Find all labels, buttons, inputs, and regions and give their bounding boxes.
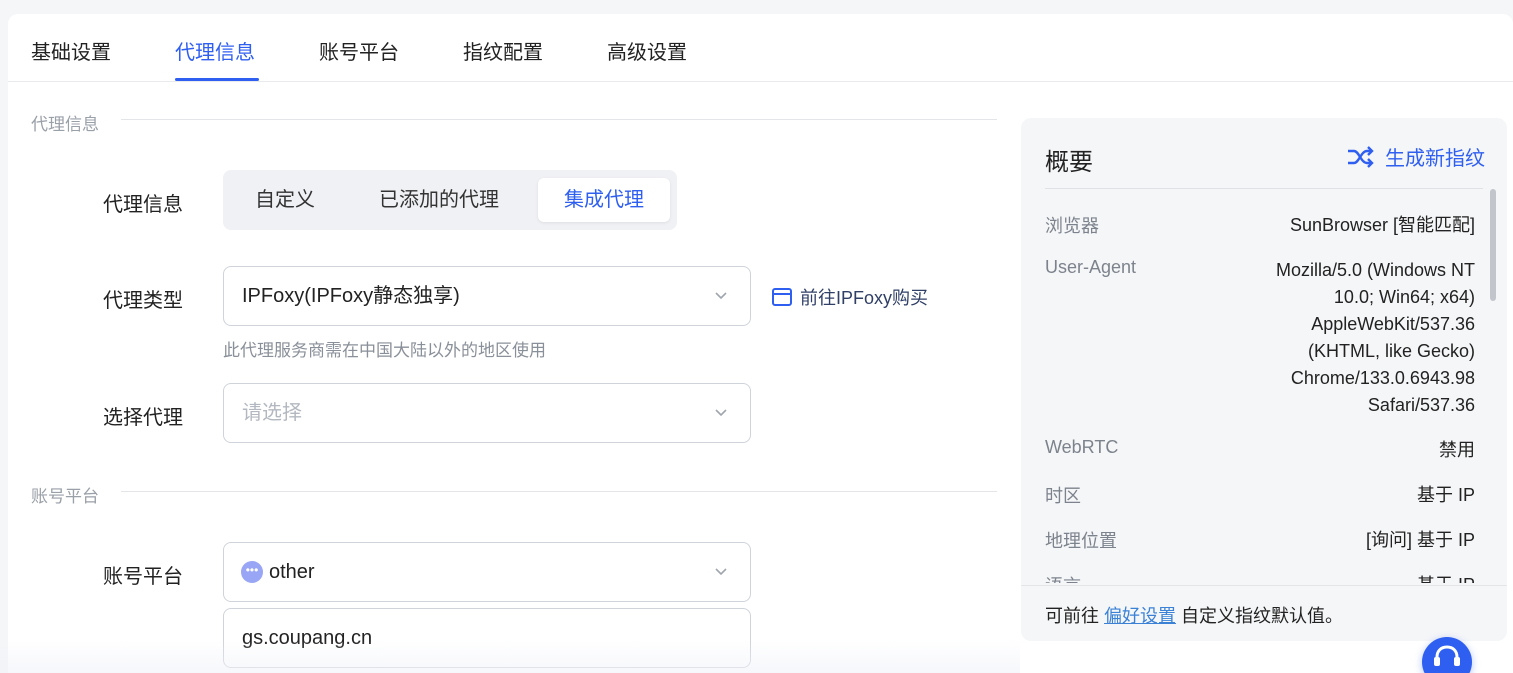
settings-card: 基础设置 代理信息 账号平台 指纹配置 高级设置 代理信息 代理信息 自定义 已… (8, 14, 1513, 673)
summary-title: 概要 (1045, 149, 1093, 176)
summary-key: User-Agent (1045, 257, 1137, 277)
summary-value: Mozilla/5.0 (Windows NT 10.0; Win64; x64… (1275, 260, 1475, 415)
summary-key: 时区 (1045, 486, 1081, 506)
footer-suffix: 自定义指纹默认值。 (1176, 606, 1344, 626)
summary-value: SunBrowser [智能匹配] (1289, 215, 1475, 235)
select-proxy-placeholder: 请选择 (242, 402, 302, 424)
summary-divider (1045, 188, 1483, 189)
account-platform-select[interactable]: ••• other (223, 542, 751, 602)
support-chat-button[interactable] (1422, 637, 1472, 673)
proxy-type-select[interactable]: IPFoxy(IPFoxy静态独享) (223, 266, 751, 326)
summary-panel: 概要 生成新指纹 浏览器 SunBrowser [智能匹配] User-Agen… (1021, 118, 1507, 641)
footer-prefix: 可前往 (1045, 606, 1105, 626)
summary-footer-divider (1021, 585, 1507, 586)
account-platform-label: 账号平台 (103, 566, 183, 588)
summary-value: 基于 IP (1416, 485, 1475, 505)
browser-window-icon (772, 288, 792, 306)
summary-scrollbar[interactable] (1490, 189, 1496, 301)
segment-integrated-proxy[interactable]: 集成代理 (538, 178, 670, 222)
segment-custom[interactable]: 自定义 (231, 178, 339, 222)
buy-ipfoxy-link[interactable]: 前往IPFoxy购买 (772, 284, 928, 310)
tab-basic-settings[interactable]: 基础设置 (31, 36, 111, 65)
preferences-link[interactable]: 偏好设置 (1104, 606, 1176, 626)
account-section-divider (121, 491, 997, 492)
proxy-type-label: 代理类型 (103, 290, 183, 312)
chevron-down-icon (715, 409, 727, 417)
tab-proxy-info[interactable]: 代理信息 (175, 36, 255, 65)
proxy-section-title: 代理信息 (31, 115, 99, 134)
tab-account-platform[interactable]: 账号平台 (319, 36, 399, 65)
platform-url-input[interactable]: gs.coupang.cn (223, 608, 751, 668)
proxy-info-label: 代理信息 (103, 194, 183, 216)
tab-advanced-settings[interactable]: 高级设置 (607, 36, 687, 65)
chevron-down-icon (715, 568, 727, 576)
buy-ipfoxy-text: 前往IPFoxy购买 (800, 288, 929, 308)
summary-list: 浏览器 SunBrowser [智能匹配] User-Agent Mozilla… (1045, 198, 1475, 583)
more-dots-icon: ••• (241, 561, 263, 583)
active-tab-indicator (175, 78, 259, 81)
summary-value: 基于 IP (1417, 572, 1475, 583)
summary-value: 禁用 (1439, 440, 1475, 460)
select-proxy-label: 选择代理 (103, 407, 183, 429)
summary-key: 浏览器 (1045, 216, 1099, 236)
proxy-region-hint: 此代理服务商需在中国大陆以外的地区使用 (223, 341, 546, 360)
generate-fingerprint-label: 生成新指纹 (1385, 148, 1485, 170)
account-section-title: 账号平台 (31, 487, 99, 506)
proxy-section-divider (121, 119, 997, 120)
summary-key: 地理位置 (1045, 531, 1117, 551)
summary-footer: 可前往 偏好设置 自定义指纹默认值。 (1045, 602, 1343, 628)
summary-value: [询问] 基于 IP (1365, 530, 1475, 550)
summary-key: 语言 (1045, 572, 1081, 583)
tab-fingerprint-config[interactable]: 指纹配置 (463, 36, 543, 65)
headset-icon (1434, 645, 1460, 666)
select-proxy-dropdown[interactable]: 请选择 (223, 383, 751, 443)
tab-bar: 基础设置 代理信息 账号平台 指纹配置 高级设置 (8, 14, 1513, 82)
segment-added-proxy[interactable]: 已添加的代理 (357, 178, 521, 222)
proxy-type-value: IPFoxy(IPFoxy静态独享) (242, 285, 460, 307)
proxy-source-segmented: 自定义 已添加的代理 集成代理 (223, 170, 677, 230)
account-platform-value: other (269, 561, 315, 583)
summary-key: WebRTC (1045, 437, 1119, 457)
chevron-down-icon (715, 292, 727, 300)
shuffle-icon (1348, 145, 1374, 168)
generate-fingerprint-button[interactable]: 生成新指纹 (1347, 142, 1485, 171)
